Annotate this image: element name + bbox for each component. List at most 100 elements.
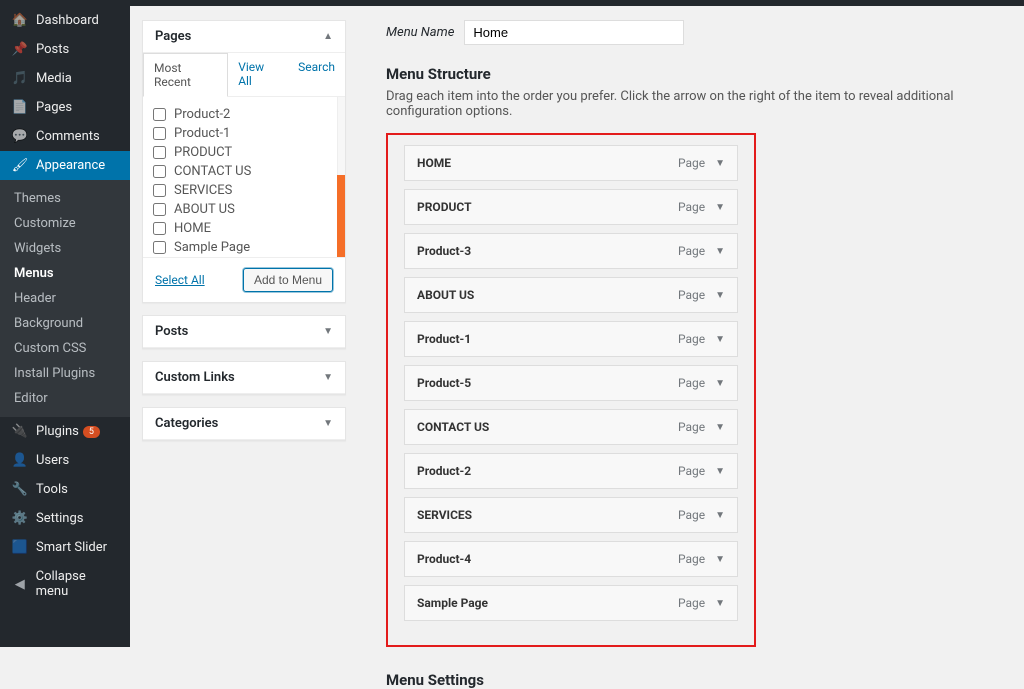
menu-settings-heading: Menu Settings: [386, 671, 996, 689]
menu-item-type: Page: [678, 200, 705, 214]
menu-item[interactable]: Product-2Page▼: [404, 453, 738, 489]
sidebar-item-dashboard[interactable]: 🏠Dashboard: [0, 6, 130, 35]
wrench-icon: 🔧: [10, 482, 30, 497]
page-checkbox[interactable]: [153, 184, 166, 197]
chevron-down-icon[interactable]: ▼: [715, 202, 725, 213]
menu-item-meta: Page ▼: [678, 420, 725, 434]
menu-item-meta: Page▼: [678, 376, 725, 390]
page-list-item[interactable]: Product-1: [149, 124, 339, 143]
sidebar-item-collapse-menu[interactable]: ◀Collapse menu: [0, 562, 130, 606]
page-list-item[interactable]: Product-2: [149, 105, 339, 124]
tab-view-all[interactable]: View All: [228, 53, 288, 96]
sidebar-submenu: ThemesCustomizeWidgetsMenusHeaderBackgro…: [0, 180, 130, 417]
sidebar-item-users[interactable]: 👤 Users: [0, 446, 130, 475]
pages-metabox-body: Most RecentView AllSearch Product-2Produ…: [143, 53, 345, 302]
chevron-down-icon[interactable]: ▼: [715, 598, 725, 609]
chevron-down-icon[interactable]: ▼: [715, 554, 725, 565]
sidebar-item-tools[interactable]: 🔧 Tools: [0, 475, 130, 504]
sidebar-item-comments[interactable]: 💬Comments: [0, 122, 130, 151]
metabox-header[interactable]: Categories▼: [143, 408, 345, 440]
menu-name-label: Menu Name: [386, 25, 454, 40]
page-checkbox[interactable]: [153, 222, 166, 235]
page-checkbox[interactable]: [153, 127, 166, 140]
sidebar-item-settings[interactable]: ⚙️Settings: [0, 504, 130, 533]
page-item-label: ABOUT US: [174, 202, 235, 217]
pages-metabox-title: Pages: [155, 29, 191, 44]
chevron-down-icon[interactable]: ▼: [715, 422, 725, 433]
sidebar-item-appearance[interactable]: 🖌Appearance: [0, 151, 130, 180]
chevron-down-icon[interactable]: ▼: [715, 158, 725, 169]
menu-item-meta: Page▼: [678, 244, 725, 258]
tab-most-recent[interactable]: Most Recent: [143, 53, 228, 97]
tab-search[interactable]: Search: [288, 53, 345, 96]
page-list-item[interactable]: Sample Page: [149, 238, 339, 257]
menu-item[interactable]: PRODUCTPage▼: [404, 189, 738, 225]
page-item-label: PRODUCT: [174, 145, 232, 160]
chevron-down-icon[interactable]: ▼: [715, 246, 725, 257]
sidebar-subitem-install-plugins[interactable]: Install Plugins: [0, 361, 130, 386]
menu-item-type: Page: [678, 464, 705, 478]
metabox-column: Pages ▲ Most RecentView AllSearch Produc…: [130, 6, 358, 647]
page-item-label: HOME: [174, 221, 211, 236]
menu-item[interactable]: ABOUT USPage▼: [404, 277, 738, 313]
menu-item[interactable]: HOMEPage▼: [404, 145, 738, 181]
page-list-item[interactable]: SERVICES: [149, 181, 339, 200]
menu-item-type: Page: [678, 420, 705, 434]
sidebar-item-media[interactable]: 🎵Media: [0, 64, 130, 93]
page-checkbox[interactable]: [153, 203, 166, 216]
menu-item[interactable]: Product-1Page▼: [404, 321, 738, 357]
add-to-menu-button[interactable]: Add to Menu: [243, 268, 333, 292]
metabox-header[interactable]: Posts▼: [143, 316, 345, 348]
sidebar-item-label: Appearance: [36, 158, 105, 173]
sidebar-subitem-header[interactable]: Header: [0, 286, 130, 311]
page-list-item[interactable]: PRODUCT: [149, 143, 339, 162]
sidebar-item-pages[interactable]: 📄Pages: [0, 93, 130, 122]
menu-name-row: Menu Name: [386, 20, 996, 45]
menu-item[interactable]: Product-3Page▼: [404, 233, 738, 269]
sidebar-subitem-background[interactable]: Background: [0, 311, 130, 336]
menu-item[interactable]: CONTACT US Page ▼: [404, 409, 738, 445]
sidebar-item-label: Tools: [36, 482, 68, 497]
collapse-icon: ▲: [323, 31, 333, 42]
chevron-down-icon[interactable]: ▼: [715, 378, 725, 389]
sidebar-item-posts[interactable]: 📌Posts: [0, 35, 130, 64]
menu-item-title: CONTACT US: [417, 420, 489, 434]
expand-icon: ▼: [323, 372, 333, 383]
sidebar-subitem-menus[interactable]: Menus: [0, 261, 130, 286]
menu-item[interactable]: Product-5Page▼: [404, 365, 738, 401]
sidebar-subitem-customize[interactable]: Customize: [0, 211, 130, 236]
sidebar-subitem-editor[interactable]: Editor: [0, 386, 130, 411]
sidebar-item-label: Comments: [36, 129, 100, 144]
page-checkbox[interactable]: [153, 146, 166, 159]
menu-item-type: Page: [678, 596, 705, 610]
page-checkbox[interactable]: [153, 241, 166, 254]
expand-icon: ▼: [323, 418, 333, 429]
sidebar-subitem-custom-css[interactable]: Custom CSS: [0, 336, 130, 361]
metabox-header[interactable]: Custom Links ▼: [143, 362, 345, 394]
chevron-down-icon[interactable]: ▼: [715, 510, 725, 521]
page-checkbox[interactable]: [153, 108, 166, 121]
scrollbar-thumb[interactable]: [337, 175, 345, 257]
page-list-item[interactable]: ABOUT US: [149, 200, 339, 219]
menu-item[interactable]: SERVICESPage▼: [404, 497, 738, 533]
sidebar-item-label: Users: [36, 453, 69, 468]
page-list-item[interactable]: HOME: [149, 219, 339, 238]
metabox-title: Custom Links: [155, 370, 235, 385]
chevron-down-icon[interactable]: ▼: [715, 334, 725, 345]
menu-item[interactable]: Sample PagePage▼: [404, 585, 738, 621]
sidebar-item-label: Posts: [36, 42, 69, 57]
select-all-link[interactable]: Select All: [155, 273, 205, 287]
menu-item-meta: Page▼: [678, 552, 725, 566]
sidebar-item-plugins[interactable]: 🔌Plugins5: [0, 417, 130, 446]
user-icon: 👤: [10, 453, 30, 468]
sidebar-subitem-widgets[interactable]: Widgets: [0, 236, 130, 261]
sidebar-subitem-themes[interactable]: Themes: [0, 186, 130, 211]
page-checkbox[interactable]: [153, 165, 166, 178]
chevron-down-icon[interactable]: ▼: [715, 290, 725, 301]
menu-name-input[interactable]: [464, 20, 684, 45]
sidebar-item-smart-slider[interactable]: 🟦Smart Slider: [0, 533, 130, 562]
menu-item[interactable]: Product-4Page▼: [404, 541, 738, 577]
page-list-item[interactable]: CONTACT US: [149, 162, 339, 181]
pages-metabox-header[interactable]: Pages ▲: [143, 21, 345, 53]
chevron-down-icon[interactable]: ▼: [715, 466, 725, 477]
